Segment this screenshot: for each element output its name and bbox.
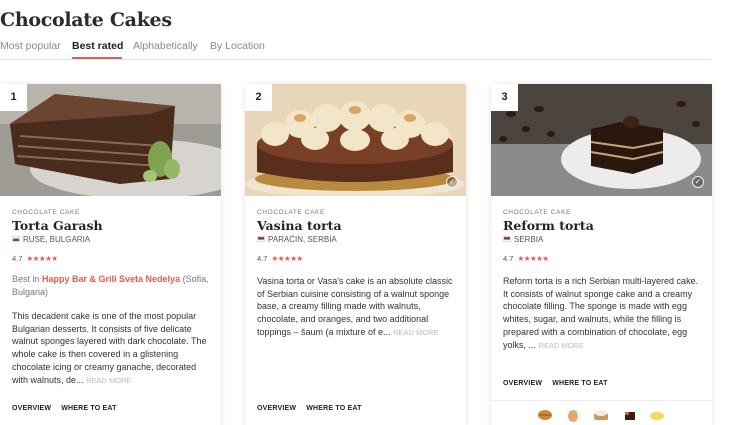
vasina-torta-photo	[245, 84, 466, 196]
card-links: OVERVIEW WHERE TO EAT	[503, 380, 618, 387]
best-in: Best in Happy Bar & Grill Sveta Nedelya …	[12, 273, 212, 298]
where-to-eat-link[interactable]: WHERE TO EAT	[306, 405, 361, 412]
tab-most-popular[interactable]: Most popular	[0, 40, 61, 52]
rating-value: 4.7	[257, 254, 268, 263]
serbia-flag-icon	[503, 236, 511, 242]
rating-value: 4.7	[12, 254, 23, 263]
dish-name[interactable]: Vasina torta	[257, 218, 342, 233]
dish-name[interactable]: Torta Garash	[12, 218, 103, 233]
dish-card[interactable]: ✓ 3 CHOCOLATE CAKE Reform torta SERBIA 4…	[491, 84, 712, 425]
read-more-link[interactable]: READ MORE	[393, 328, 438, 337]
dish-location: RUSE, BULGARIA	[12, 235, 90, 244]
reform-torta-photo	[491, 84, 712, 196]
ingredients-bar	[491, 400, 712, 425]
rank-badge: 1	[0, 84, 27, 111]
tab-best-rated[interactable]: Best rated	[72, 40, 123, 52]
dish-rating: 4.7 ★★★★★	[503, 254, 549, 263]
dish-description: Vasina torta or Vasa's cake is an absolu…	[257, 275, 457, 340]
location-text[interactable]: PARAĆIN, SERBIA	[268, 235, 337, 244]
serbia-flag-icon	[257, 236, 265, 242]
location-text[interactable]: SERBIA	[514, 235, 543, 244]
dish-image[interactable]	[0, 84, 221, 196]
read-more-link[interactable]: READ MORE	[86, 376, 131, 385]
dish-rating: 4.7 ★★★★★	[257, 254, 303, 263]
dish-image[interactable]	[491, 84, 712, 196]
best-in-place-link[interactable]: Happy Bar & Grill Sveta Nedelya	[42, 274, 180, 284]
dish-card[interactable]: 1 CHOCOLATE CAKE Torta Garash RUSE, BULG…	[0, 84, 221, 425]
star-rating-icon: ★★★★★	[517, 254, 550, 263]
read-more-link[interactable]: READ MORE	[539, 341, 584, 350]
rating-value: 4.7	[503, 254, 514, 263]
rank-badge: 3	[491, 84, 518, 111]
tab-by-location[interactable]: By Location	[210, 40, 265, 52]
where-to-eat-link[interactable]: WHERE TO EAT	[552, 380, 607, 387]
active-tab-indicator	[72, 57, 122, 59]
torta-garash-photo	[0, 84, 221, 196]
dish-description: Reform torta is a rich Serbian multi-lay…	[503, 275, 703, 352]
dish-category: CHOCOLATE CAKE	[12, 209, 80, 216]
check-icon[interactable]: ✓	[446, 176, 458, 188]
location-text[interactable]: RUSE, BULGARIA	[23, 235, 90, 244]
dish-card[interactable]: ✓ 2 CHOCOLATE CAKE Vasina torta PARAĆIN,…	[245, 84, 466, 425]
egg-icon[interactable]	[567, 409, 579, 422]
walnut-icon[interactable]	[537, 409, 553, 421]
dish-description: This decadent cake is one of the most po…	[12, 310, 212, 387]
dish-location: SERBIA	[503, 235, 543, 244]
dish-category: CHOCOLATE CAKE	[503, 209, 571, 216]
star-rating-icon: ★★★★★	[26, 254, 59, 263]
where-to-eat-link[interactable]: WHERE TO EAT	[61, 405, 116, 412]
check-icon[interactable]: ✓	[692, 176, 704, 188]
rank-badge: 2	[245, 84, 272, 111]
dish-location: PARAĆIN, SERBIA	[257, 235, 337, 244]
description-text: This decadent cake is one of the most po…	[12, 311, 207, 385]
sugar-icon[interactable]	[592, 409, 610, 421]
tab-alphabetically[interactable]: Alphabetically	[133, 40, 198, 52]
dish-image[interactable]	[245, 84, 466, 196]
sort-tabs: Most popular Best rated Alphabetically B…	[0, 40, 711, 60]
butter-icon[interactable]	[649, 409, 665, 421]
best-in-prefix: Best in	[12, 274, 43, 284]
page-title: Chocolate Cakes	[0, 9, 172, 31]
overview-link[interactable]: OVERVIEW	[12, 405, 51, 412]
description-text: Reform torta is a rich Serbian multi-lay…	[503, 276, 699, 350]
dish-name[interactable]: Reform torta	[503, 218, 594, 233]
dish-rating: 4.7 ★★★★★	[12, 254, 58, 263]
card-links: OVERVIEW WHERE TO EAT	[12, 405, 127, 412]
card-links: OVERVIEW WHERE TO EAT	[257, 405, 372, 412]
overview-link[interactable]: OVERVIEW	[503, 380, 542, 387]
star-rating-icon: ★★★★★	[271, 254, 304, 263]
dish-category: CHOCOLATE CAKE	[257, 209, 325, 216]
chocolate-icon[interactable]	[624, 409, 636, 421]
bulgaria-flag-icon	[12, 236, 20, 242]
overview-link[interactable]: OVERVIEW	[257, 405, 296, 412]
